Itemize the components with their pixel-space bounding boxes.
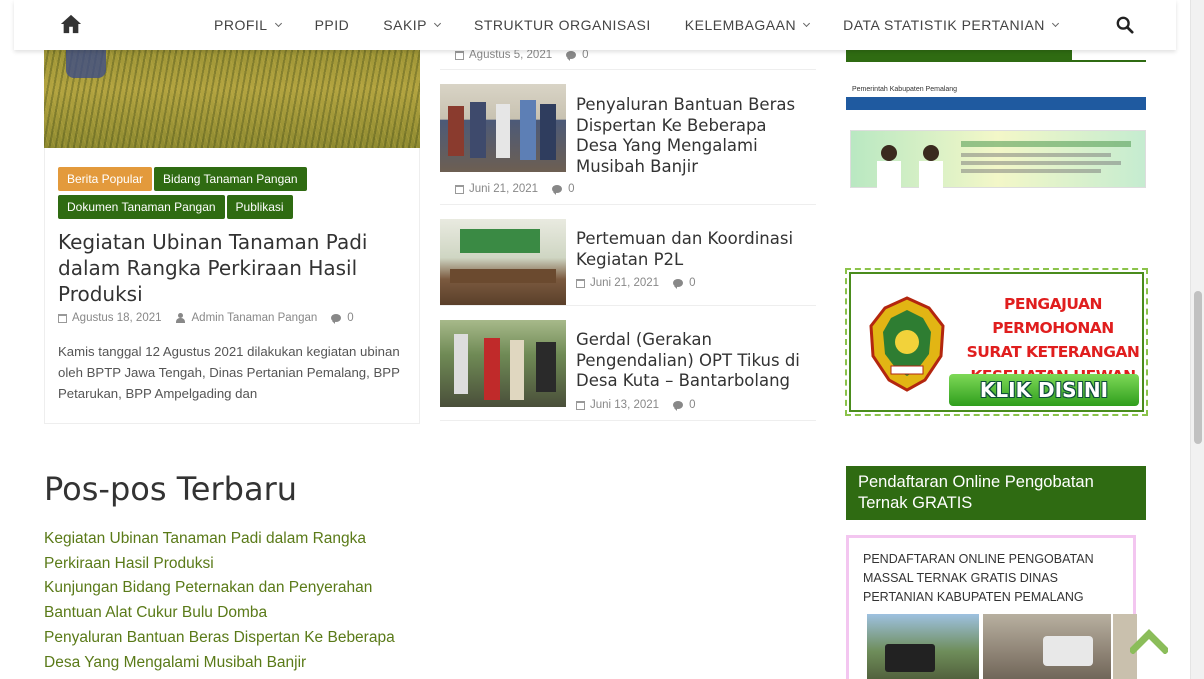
comment-count[interactable]: 0 [689,399,695,411]
website-screenshot-banner[interactable] [850,130,1146,189]
calendar-icon [576,278,585,288]
category-tags: Berita Popular Bidang Tanaman Pangan Doku… [58,167,408,223]
post-title[interactable]: Penyaluran Bantuan Beras Dispertan Ke Be… [576,95,808,177]
post-date[interactable]: Agustus 18, 2021 [72,312,162,324]
user-icon [175,313,185,323]
top-navbar: PROFIL PPID SAKIP STRUKTUR ORGANISASI KE… [14,0,1176,50]
chevron-down-icon [803,19,811,28]
tag-berita-popular[interactable]: Berita Popular [58,167,153,191]
post-title[interactable]: Gerdal (Gerakan Pengendalian) OPT Tikus … [576,330,808,392]
list-item: Gerdal (Gerakan Pengendalian) OPT Tikus … [440,320,816,421]
officials-illustration [877,141,1131,189]
comment-count[interactable]: 0 [689,277,695,289]
meeting-photo [450,229,556,283]
post-thumbnail[interactable] [440,320,566,407]
post-thumbnail[interactable] [440,219,566,305]
banner-line: SURAT KETERANGAN [966,343,1140,361]
post-meta: Juni 21, 2021 0 [455,183,574,195]
pendaftaran-widget-heading: Pendaftaran Online Pengobatan Ternak GRA… [846,466,1146,520]
site-nav-bar [846,97,1146,110]
pendaftaran-banner-image[interactable]: PENDAFTARAN ONLINE PENGOBATAN MASSAL TER… [846,535,1137,679]
nav-label: PPID [314,17,350,33]
nav-item-sakip[interactable]: SAKIP [383,17,442,33]
nav-item-struktur[interactable]: STRUKTUR ORGANISASI [474,17,651,33]
truck-photo [867,614,979,679]
post-author[interactable]: Admin Tanaman Pangan [192,312,318,324]
nav-item-kelembagaan[interactable]: KELEMBAGAAN [684,17,811,33]
people-photo [448,100,556,160]
recent-post-link[interactable]: Penyaluran Bantuan Beras Dispertan Ke Be… [44,626,424,675]
home-icon[interactable] [60,13,82,35]
pendaftaran-image-text: PENDAFTARAN ONLINE PENGOBATAN MASSAL TER… [863,552,1094,604]
scrollbar-thumb[interactable] [1194,291,1202,444]
featured-article-meta: Agustus 18, 2021 Admin Tanaman Pangan 0 [58,312,354,324]
pemalang-crest-icon [869,296,945,392]
comment-icon [331,314,342,324]
comment-icon [552,185,563,195]
comment-icon [673,401,684,411]
recent-post-link[interactable]: Kegiatan Ubinan Tanaman Padi dalam Rangk… [44,527,424,576]
nav-label: PROFIL [214,17,268,33]
list-item: Penyaluran Bantuan Beras Dispertan Ke Be… [440,84,816,205]
chevron-down-icon [433,19,442,28]
tag-publikasi[interactable]: Publikasi [226,195,293,219]
chevron-down-icon [274,19,282,28]
chevron-up-icon[interactable] [1130,626,1168,654]
tag-dokumen-tanaman-pangan[interactable]: Dokumen Tanaman Pangan [58,195,225,219]
calendar-icon [576,400,585,410]
nav-item-data-statistik[interactable]: DATA STATISTIK PERTANIAN [843,17,1059,33]
nav-label: SAKIP [383,17,428,33]
banner-line: PENGAJUAN PERMOHONAN [992,295,1114,337]
comment-icon [673,279,684,289]
featured-article-title[interactable]: Kegiatan Ubinan Tanaman Padi dalam Rangk… [58,229,403,307]
banner-frame: PENGAJUAN PERMOHONAN SURAT KETERANGAN KE… [849,272,1144,412]
nav-label: STRUKTUR ORGANISASI [474,17,651,33]
nav-menu: PROFIL PPID SAKIP STRUKTUR ORGANISASI KE… [214,0,1092,50]
calendar-icon [58,313,67,323]
kesehatan-hewan-banner[interactable]: PENGAJUAN PERMOHONAN SURAT KETERANGAN KE… [845,268,1148,416]
recent-posts-list: Kegiatan Ubinan Tanaman Padi dalam Rangk… [44,527,424,675]
nav-item-profil[interactable]: PROFIL [214,17,282,33]
livestock-treatment-photo [983,614,1111,679]
comment-count[interactable]: 0 [347,312,353,324]
tag-bidang-tanaman-pangan[interactable]: Bidang Tanaman Pangan [154,167,307,191]
post-meta: Juni 21, 2021 0 [576,277,695,289]
nav-label: DATA STATISTIK PERTANIAN [843,17,1045,33]
post-date[interactable]: Juni 21, 2021 [469,183,538,195]
recent-posts-heading: Pos-pos Terbaru [44,470,297,508]
post-meta: Juni 13, 2021 0 [576,399,695,411]
recent-post-link[interactable]: Kunjungan Bidang Peternakan dan Penyerah… [44,576,424,625]
website-screenshot-banner[interactable]: Pemerintah Kabupaten Pemalang [846,80,1146,110]
page-scrollbar[interactable] [1190,0,1204,679]
comment-count[interactable]: 0 [568,183,574,195]
calendar-icon [455,184,464,194]
post-date[interactable]: Juni 21, 2021 [590,277,659,289]
nav-label: KELEMBAGAAN [684,17,797,33]
post-title[interactable]: Pertemuan dan Koordinasi Kegiatan P2L [576,229,808,270]
list-item: Pertemuan dan Koordinasi Kegiatan P2L Ju… [440,219,816,306]
featured-article-excerpt: Kamis tanggal 12 Agustus 2021 dilakukan … [58,344,400,401]
post-date[interactable]: Juni 13, 2021 [590,399,659,411]
search-icon[interactable] [1116,16,1134,34]
chevron-down-icon [1051,19,1059,28]
field-photo [454,334,556,400]
nav-item-ppid[interactable]: PPID [315,17,350,33]
klik-disini-button[interactable]: KLIK DISINI [949,374,1139,406]
post-thumbnail[interactable] [440,84,566,172]
site-logo-text: Pemerintah Kabupaten Pemalang [852,86,958,93]
